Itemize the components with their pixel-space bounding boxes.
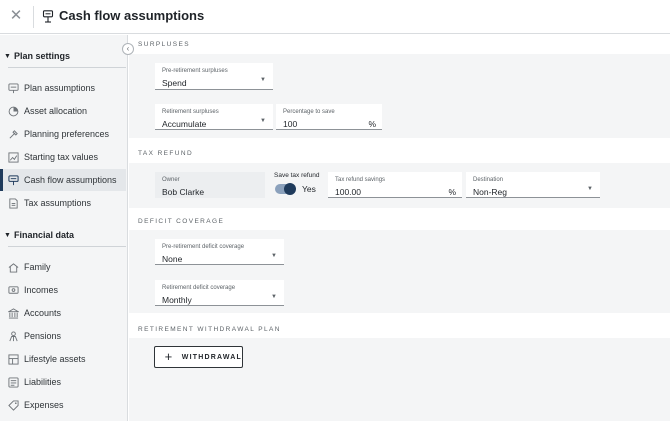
save-tax-refund-toggle[interactable] (275, 183, 296, 195)
cash-flow-icon (8, 174, 19, 185)
section-title: Plan settings (14, 51, 71, 61)
section-label-surpluses: SURPLUSES (138, 41, 190, 48)
sidebar-item-liabilities[interactable]: Liabilities (0, 371, 126, 393)
collapse-sidebar-button[interactable]: ‹ (122, 43, 134, 55)
sidebar-item-lifestyle-assets[interactable]: Lifestyle assets (0, 348, 126, 370)
sidebar-item-incomes[interactable]: Incomes (0, 279, 126, 301)
sidebar-item-expenses[interactable]: Expenses (0, 394, 126, 416)
sidebar-item-label: Tax assumptions (24, 198, 92, 208)
caret-down-icon: ▼ (4, 231, 11, 239)
section-label-withdrawal-plan: RETIREMENT WITHDRAWAL PLAN (138, 326, 281, 333)
sidebar-item-label: Accounts (24, 308, 62, 318)
add-withdrawal-label: WITHDRAWAL (181, 353, 242, 361)
sidebar-item-label: Plan assumptions (24, 83, 96, 93)
sidebar-item-label: Expenses (24, 400, 64, 410)
percent-suffix: % (368, 119, 376, 129)
sidebar-item-label: Lifestyle assets (24, 354, 86, 364)
sidebar-item-cash-flow-assumptions[interactable]: Cash flow assumptions (0, 169, 126, 191)
family-icon (8, 262, 19, 273)
pre-retirement-deficit-select[interactable]: Pre-retirement deficit coverage None ▼ (155, 239, 284, 265)
cash-flow-icon (42, 10, 54, 23)
section-label-deficit-coverage: DEFICIT COVERAGE (138, 218, 225, 225)
sidebar-item-accounts[interactable]: Accounts (0, 302, 126, 324)
starting-tax-values-icon (8, 151, 19, 163)
percentage-to-save-input[interactable]: Percentage to save 100 % (276, 104, 382, 130)
planning-preferences-icon (9, 129, 18, 138)
close-icon[interactable]: ✕ (8, 8, 24, 24)
sidebar-item-planning-preferences[interactable]: Planning preferences (0, 123, 126, 145)
sidebar-item-label: Planning preferences (24, 129, 110, 139)
section-plan-settings[interactable]: ▼ Plan settings (0, 46, 126, 66)
pensions-icon (9, 330, 18, 341)
app-header: ✕ Cash flow assumptions (0, 0, 670, 34)
page-title: Cash flow assumptions (59, 8, 205, 23)
accounts-icon (8, 307, 19, 319)
save-tax-refund-label: Save tax refund (274, 172, 320, 179)
sidebar-item-starting-tax-values[interactable]: Starting tax values (0, 146, 126, 168)
sidebar-item-label: Asset allocation (24, 106, 88, 116)
caret-down-icon: ▼ (4, 52, 11, 60)
sidebar-item-pensions[interactable]: Pensions (0, 325, 126, 347)
dropdown-arrow-icon: ▼ (260, 118, 266, 124)
sidebar-item-label: Family (24, 262, 51, 272)
section-divider (8, 246, 126, 247)
sidebar-item-plan-assumptions[interactable]: Plan assumptions (0, 77, 126, 99)
sidebar-item-asset-allocation[interactable]: Asset allocation (0, 100, 126, 122)
sidebar-item-family[interactable]: Family (0, 256, 126, 278)
asset-allocation-icon (8, 106, 19, 116)
main-content: SURPLUSES Pre-retirement surpluses Spend… (129, 35, 670, 421)
retirement-surpluses-select[interactable]: Retirement surpluses Accumulate ▼ (155, 104, 273, 130)
save-tax-refund-state: Yes (302, 184, 316, 194)
sidebar-item-label: Liabilities (24, 377, 62, 387)
sidebar-item-tax-assumptions[interactable]: Tax assumptions (0, 192, 126, 214)
retirement-deficit-select[interactable]: Retirement deficit coverage Monthly ▼ (155, 280, 284, 306)
lifestyle-assets-icon (8, 353, 19, 365)
section-label-tax-refund: TAX REFUND (138, 150, 194, 157)
plus-icon: + (164, 349, 173, 364)
dropdown-arrow-icon: ▼ (271, 294, 277, 300)
sidebar-item-label: Starting tax values (24, 152, 99, 162)
section-title: Financial data (14, 230, 75, 240)
dropdown-arrow-icon: ▼ (271, 253, 277, 259)
liabilities-icon (8, 376, 19, 388)
add-withdrawal-button[interactable]: + WITHDRAWAL (154, 346, 243, 368)
plan-assumptions-icon (8, 82, 19, 93)
section-financial-data[interactable]: ▼ Financial data (0, 225, 126, 245)
sidebar-item-label: Incomes (24, 285, 59, 295)
sidebar-item-label: Pensions (24, 331, 62, 341)
incomes-icon (8, 285, 19, 294)
dropdown-arrow-icon: ▼ (260, 77, 266, 83)
toggle-knob (284, 183, 296, 195)
sidebar: ▼ Plan settings Plan assumptions Asset a… (0, 35, 128, 421)
expenses-icon (8, 399, 19, 411)
destination-select[interactable]: Destination Non-Reg ▼ (466, 172, 600, 198)
dropdown-arrow-icon: ▼ (587, 186, 593, 192)
pre-retirement-surpluses-select[interactable]: Pre-retirement surpluses Spend ▼ (155, 63, 273, 90)
section-divider (8, 67, 126, 68)
header-divider (33, 6, 34, 28)
owner-field: Owner Bob Clarke (155, 172, 265, 198)
tax-assumptions-icon (9, 197, 18, 209)
tax-refund-savings-input[interactable]: Tax refund savings 100.00 % (328, 172, 462, 198)
sidebar-item-label: Cash flow assumptions (24, 175, 117, 185)
percent-suffix: % (448, 187, 456, 197)
